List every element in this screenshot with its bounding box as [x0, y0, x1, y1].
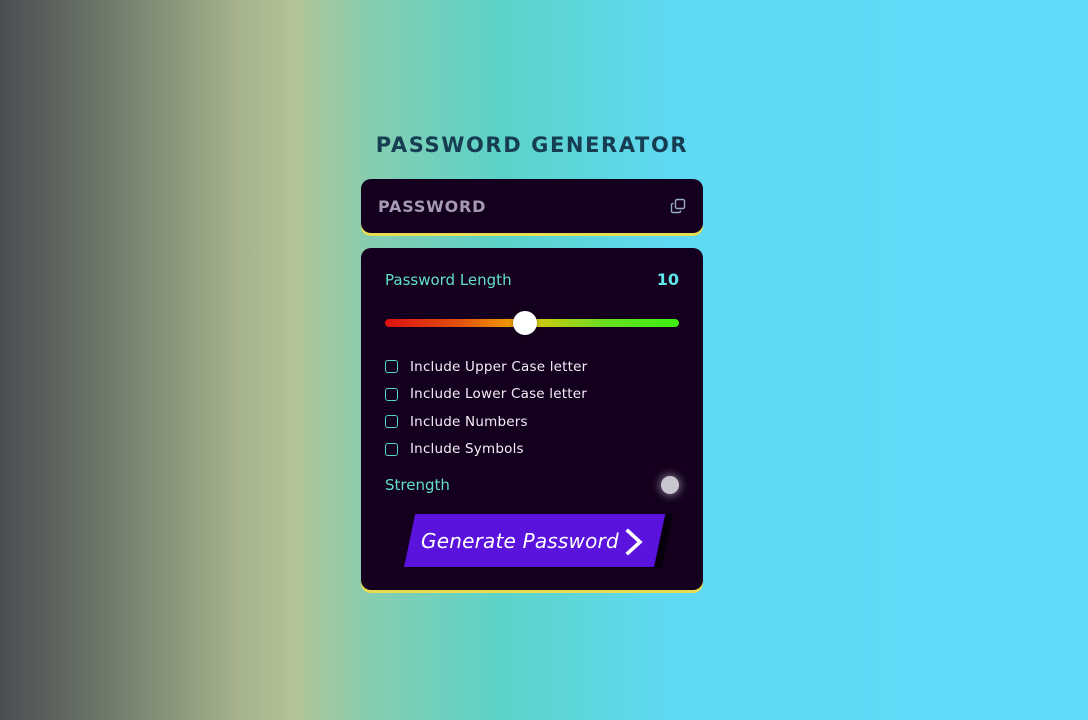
option-numbers[interactable]: Include Numbers: [385, 408, 679, 436]
option-uppercase[interactable]: Include Upper Case letter: [385, 353, 679, 381]
option-label: Include Symbols: [410, 441, 524, 458]
length-slider[interactable]: [385, 311, 679, 335]
strength-row: Strength: [385, 476, 679, 494]
password-display: PASSWORD: [361, 179, 703, 233]
password-length-value: 10: [656, 270, 679, 289]
password-length-label: Password Length: [385, 270, 512, 289]
page-title: PASSWORD GENERATOR: [375, 133, 689, 157]
option-label: Include Numbers: [410, 413, 528, 430]
slider-thumb[interactable]: [512, 311, 537, 335]
uppercase-checkbox[interactable]: [385, 360, 398, 374]
generate-password-button[interactable]: [404, 514, 666, 567]
option-lowercase[interactable]: Include Lower Case letter: [385, 381, 679, 409]
copy-icon[interactable]: [670, 198, 686, 214]
strength-label: Strength: [385, 476, 450, 494]
symbols-checkbox[interactable]: [385, 442, 398, 456]
lowercase-checkbox[interactable]: [385, 387, 398, 401]
settings-panel: Password Length 10 Include Upper Case le…: [361, 248, 703, 590]
option-label: Include Lower Case letter: [410, 386, 587, 403]
numbers-checkbox[interactable]: [385, 415, 398, 429]
strength-indicator: [661, 476, 679, 494]
password-generator-app: PASSWORD GENERATOR PASSWORD Password Len…: [361, 130, 703, 590]
option-label: Include Upper Case letter: [410, 358, 588, 375]
option-symbols[interactable]: Include Symbols: [385, 436, 679, 464]
options-list: Include Upper Case letter Include Lower …: [385, 353, 679, 463]
generate-button-wrap: Generate Password: [404, 514, 674, 568]
length-row: Password Length 10: [385, 270, 679, 289]
password-display-text: PASSWORD: [378, 196, 487, 216]
